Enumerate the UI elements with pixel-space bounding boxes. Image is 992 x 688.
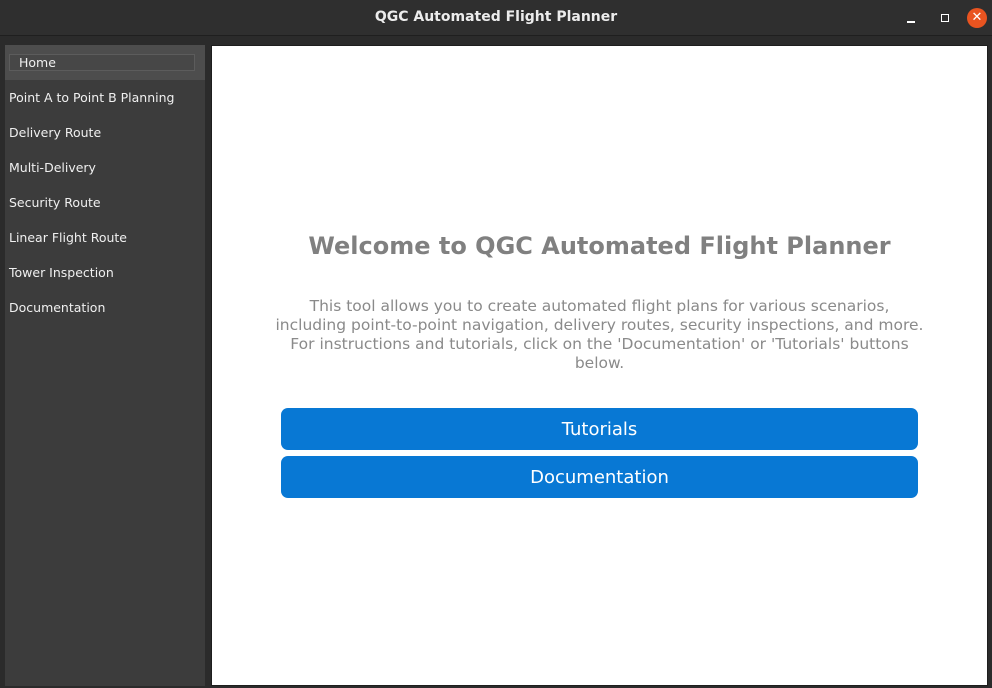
documentation-button[interactable]: Documentation bbox=[281, 456, 918, 498]
sidebar-item-multi-delivery[interactable]: Multi-Delivery bbox=[5, 150, 205, 185]
sidebar-item-security-route[interactable]: Security Route bbox=[5, 185, 205, 220]
sidebar-item-documentation[interactable]: Documentation bbox=[5, 290, 205, 325]
sidebar-item-delivery-route[interactable]: Delivery Route bbox=[5, 115, 205, 150]
sidebar-item-tower-inspection[interactable]: Tower Inspection bbox=[5, 255, 205, 290]
window-close-icon[interactable]: ✕ bbox=[967, 8, 987, 28]
page-title: Welcome to QGC Automated Flight Planner bbox=[308, 232, 891, 260]
window-title: QGC Automated Flight Planner bbox=[374, 9, 618, 25]
sidebar: Home Point A to Point B Planning Deliver… bbox=[5, 45, 205, 686]
window-maximize-icon[interactable] bbox=[935, 8, 955, 28]
description-text: This tool allows you to create automated… bbox=[275, 297, 924, 372]
main-content: Welcome to QGC Automated Flight Planner … bbox=[211, 45, 988, 686]
sidebar-item-point-a-to-point-b-planning[interactable]: Point A to Point B Planning bbox=[5, 80, 205, 115]
title-bar: QGC Automated Flight Planner ✕ bbox=[0, 0, 992, 36]
window-minimize-icon[interactable] bbox=[901, 8, 921, 28]
tutorials-button[interactable]: Tutorials bbox=[281, 408, 918, 450]
sidebar-item-linear-flight-route[interactable]: Linear Flight Route bbox=[5, 220, 205, 255]
sidebar-item-label: Home bbox=[9, 54, 195, 71]
sidebar-item-home[interactable]: Home bbox=[5, 45, 205, 80]
app-frame: Home Point A to Point B Planning Deliver… bbox=[0, 36, 992, 688]
